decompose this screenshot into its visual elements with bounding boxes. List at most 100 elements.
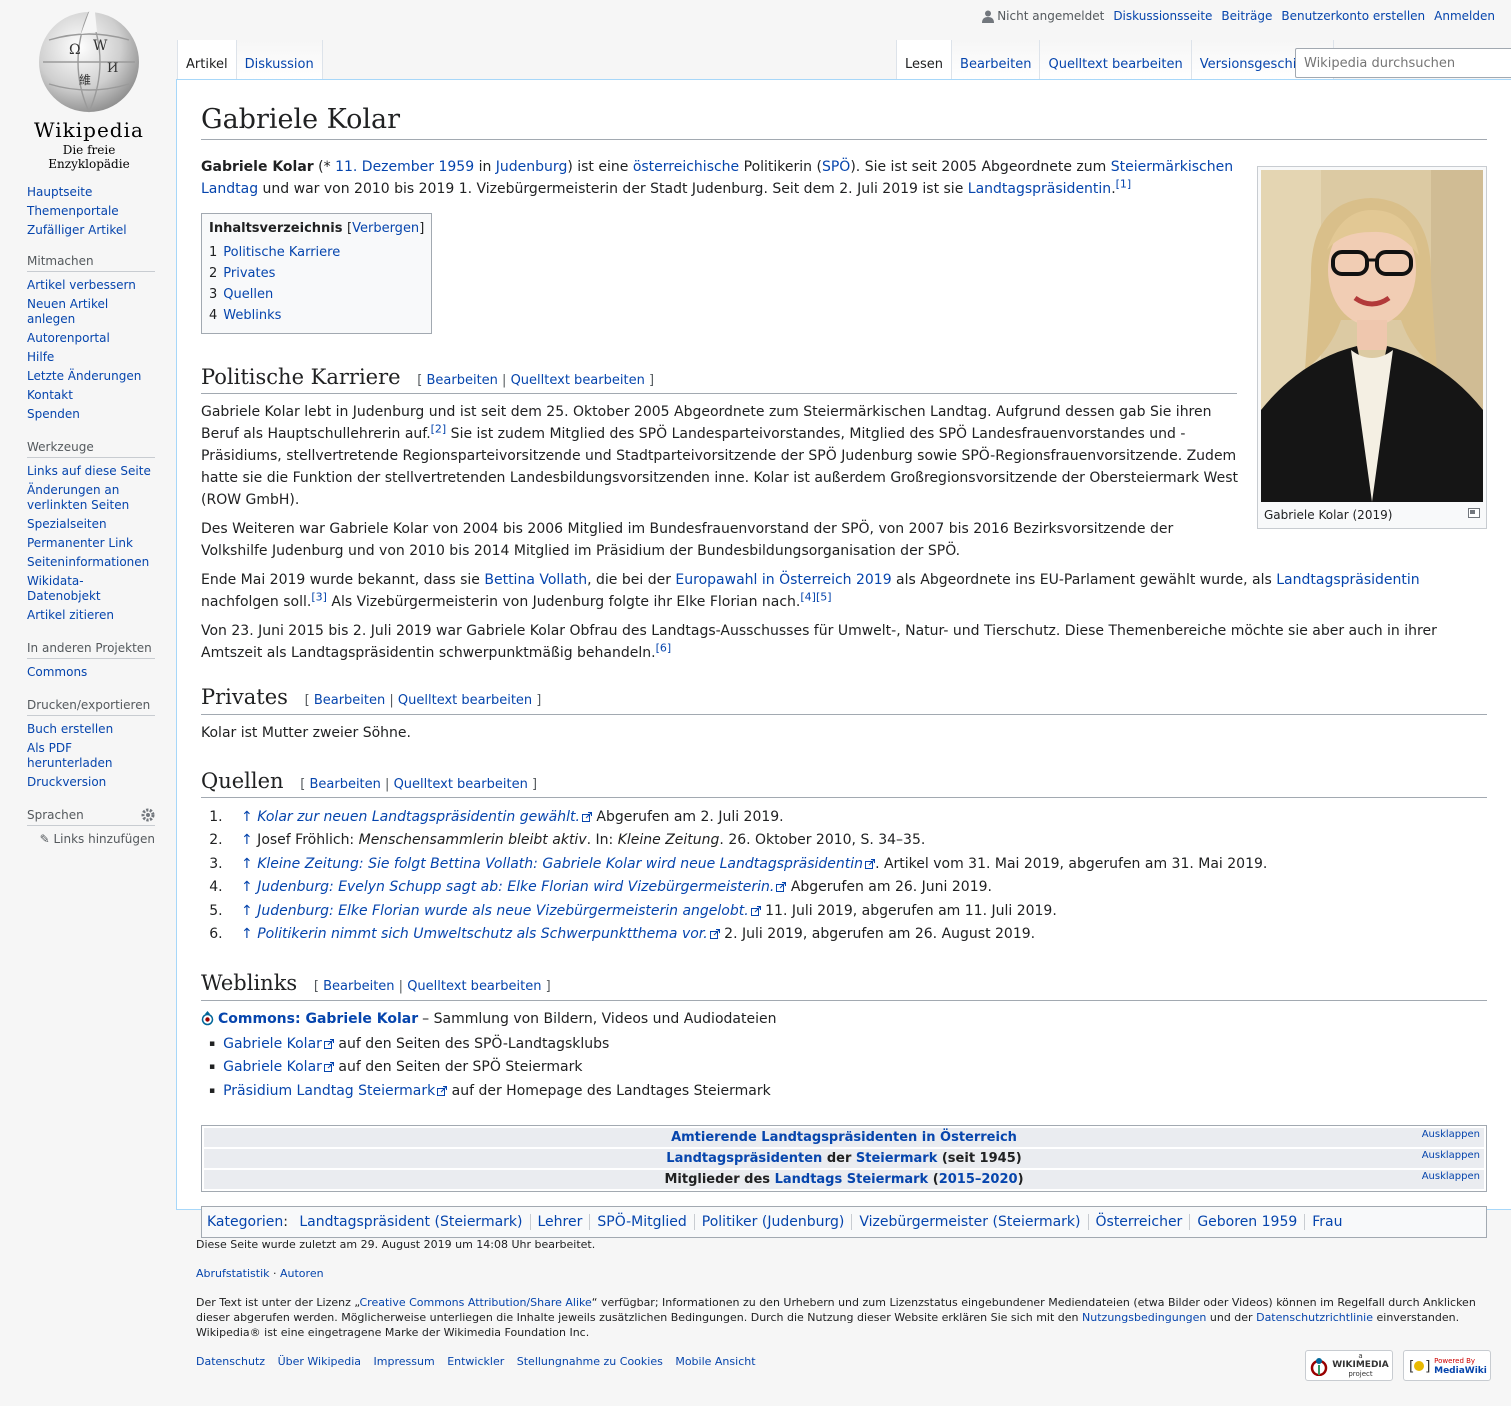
edit-source-link[interactable]: Quelltext bearbeiten (398, 693, 532, 708)
add-links[interactable]: ✎ Links hinzufügen (27, 832, 155, 846)
footer-stats-link[interactable]: Abrufstatistik (196, 1267, 270, 1280)
ref-link-6[interactable]: [6] (656, 642, 672, 655)
commons-link[interactable]: Commons: Gabriele Kolar (218, 1011, 418, 1027)
footer-link-impressum[interactable]: Impressum (374, 1355, 435, 1368)
footer-link-entwickler[interactable]: Entwickler (447, 1355, 504, 1368)
sidebar-item-links-hierher[interactable]: Links auf diese Seite (27, 464, 151, 478)
link-vollath[interactable]: Bettina Vollath (484, 572, 587, 588)
login-link[interactable]: Anmelden (1434, 9, 1495, 23)
weblink[interactable]: Präsidium Landtag Steiermark (223, 1083, 435, 1099)
sidebar-item-spenden[interactable]: Spenden (27, 407, 80, 421)
link-europawahl[interactable]: Europawahl in Österreich 2019 (675, 572, 891, 588)
ref-link-4[interactable]: [4] (800, 591, 816, 604)
footer-link-ueber[interactable]: Über Wikipedia (278, 1355, 361, 1368)
category-link[interactable]: Landtagspräsident (Steiermark) (292, 1214, 529, 1230)
sidebar-item-zitieren[interactable]: Artikel zitieren (27, 608, 114, 622)
privacy-policy-link[interactable]: Datenschutzrichtlinie (1256, 1311, 1373, 1324)
footer-link-mobil[interactable]: Mobile Ansicht (675, 1355, 755, 1368)
edit-source-link[interactable]: Quelltext bearbeiten (407, 979, 541, 994)
categories-label-link[interactable]: Kategorien (207, 1214, 283, 1230)
talk-link[interactable]: Diskussionsseite (1113, 9, 1212, 23)
link-judenburg[interactable]: Judenburg (496, 159, 568, 175)
ref-backlink[interactable]: ↑ (241, 926, 253, 942)
gear-icon[interactable] (141, 808, 155, 822)
ref-backlink[interactable]: ↑ (241, 832, 253, 848)
sidebar-item-pdf[interactable]: Als PDF herunterladen (27, 741, 112, 770)
category-link[interactable]: Geboren 1959 (1189, 1213, 1304, 1230)
weblink[interactable]: Gabriele Kolar (223, 1059, 322, 1075)
footer-link-datenschutz[interactable]: Datenschutz (196, 1355, 265, 1368)
sidebar-item-buch[interactable]: Buch erstellen (27, 722, 113, 736)
toc-item[interactable]: 2 Privates (209, 263, 424, 284)
wikimedia-badge[interactable]: a WIKIMEDIA project (1305, 1350, 1393, 1381)
edit-link[interactable]: Bearbeiten (309, 777, 380, 792)
sidebar-item-letzte-aenderungen[interactable]: Letzte Änderungen (27, 369, 141, 383)
sidebar-item-artikel-verbessern[interactable]: Artikel verbessern (27, 278, 136, 292)
ref-external-link[interactable]: Kleine Zeitung: Sie folgt Bettina Vollat… (257, 856, 863, 872)
ref-external-link[interactable]: Judenburg: Evelyn Schupp sagt ab: Elke F… (257, 879, 774, 895)
ref-link-3[interactable]: [3] (311, 591, 327, 604)
sidebar-item-zufall[interactable]: Zufälliger Artikel (27, 223, 127, 237)
sidebar-item-themenportale[interactable]: Themenportale (27, 204, 119, 218)
toc-toggle[interactable]: Verbergen (352, 221, 419, 236)
navbox-expand-toggle[interactable]: Ausklappen (1422, 1146, 1480, 1165)
toc-item[interactable]: 1 Politische Karriere (209, 242, 424, 263)
sidebar-item-permanenter-link[interactable]: Permanenter Link (27, 536, 133, 550)
toc-item[interactable]: 4 Weblinks (209, 305, 424, 326)
navbox-expand-toggle[interactable]: Ausklappen (1422, 1167, 1480, 1186)
tab-lesen[interactable]: Lesen (896, 40, 952, 80)
create-account-link[interactable]: Benutzerkonto erstellen (1281, 9, 1425, 23)
contributions-link[interactable]: Beiträge (1221, 9, 1272, 23)
sidebar-item-hauptseite[interactable]: Hauptseite (27, 185, 92, 199)
portrait-image[interactable] (1261, 170, 1483, 503)
link-spoe[interactable]: SPÖ (822, 159, 850, 175)
link-landtagspraesidentin-2[interactable]: Landtagspräsidentin (1276, 572, 1419, 588)
link-landtagspraesidentin[interactable]: Landtagspräsidentin (968, 181, 1111, 197)
sidebar-item-kontakt[interactable]: Kontakt (27, 388, 73, 402)
edit-source-link[interactable]: Quelltext bearbeiten (394, 777, 528, 792)
toc-item[interactable]: 3 Quellen (209, 284, 424, 305)
ref-backlink[interactable]: ↑ (241, 809, 253, 825)
sidebar-item-aenderungen-verlinkt[interactable]: Änderungen an verlinkten Seiten (27, 483, 129, 512)
link-birthdate[interactable]: 11. Dezember 1959 (335, 159, 474, 175)
edit-link[interactable]: Bearbeiten (323, 979, 394, 994)
tab-artikel[interactable]: Artikel (177, 40, 236, 80)
tab-quelltext[interactable]: Quelltext bearbeiten (1039, 40, 1191, 80)
category-link[interactable]: SPÖ-Mitglied (589, 1213, 693, 1230)
sidebar-item-druckversion[interactable]: Druckversion (27, 775, 106, 789)
edit-source-link[interactable]: Quelltext bearbeiten (511, 373, 645, 388)
footer-authors-link[interactable]: Autoren (280, 1267, 324, 1280)
terms-link[interactable]: Nutzungsbedingungen (1082, 1311, 1206, 1324)
weblink[interactable]: Gabriele Kolar (223, 1036, 322, 1052)
edit-link[interactable]: Bearbeiten (314, 693, 385, 708)
footer-link-cookies[interactable]: Stellungnahme zu Cookies (517, 1355, 663, 1368)
sidebar-item-spezialseiten[interactable]: Spezialseiten (27, 517, 107, 531)
mediawiki-badge[interactable]: [] Powered By MediaWiki (1403, 1350, 1491, 1381)
ref-backlink[interactable]: ↑ (241, 903, 253, 919)
ref-external-link[interactable]: Kolar zur neuen Landtagspräsidentin gewä… (257, 809, 580, 825)
ref-link-1[interactable]: [1] (1116, 177, 1132, 190)
ref-link-2[interactable]: [2] (431, 423, 447, 436)
category-link[interactable]: Frau (1304, 1213, 1349, 1230)
navbox-expand-toggle[interactable]: Ausklappen (1422, 1125, 1480, 1144)
sidebar-item-neuer-artikel[interactable]: Neuen Artikel anlegen (27, 297, 108, 326)
ref-link-5[interactable]: [5] (816, 591, 832, 604)
tab-diskussion[interactable]: Diskussion (235, 40, 323, 80)
category-link[interactable]: Vizebürgermeister (Steiermark) (851, 1213, 1087, 1230)
ref-backlink[interactable]: ↑ (241, 856, 253, 872)
navbox-title-link[interactable]: Landtagspräsidenten (666, 1151, 822, 1166)
ref-backlink[interactable]: ↑ (241, 879, 253, 895)
license-link[interactable]: Creative Commons Attribution/Share Alike (359, 1296, 591, 1309)
sidebar-item-wikidata[interactable]: Wikidata-Datenobjekt (27, 574, 101, 603)
sidebar-item-autorenportal[interactable]: Autorenportal (27, 331, 110, 345)
ref-external-link[interactable]: Judenburg: Elke Florian wurde als neue V… (257, 903, 749, 919)
navbox-title-link[interactable]: Landtags Steiermark (775, 1172, 929, 1187)
category-link[interactable]: Politiker (Judenburg) (693, 1213, 852, 1230)
category-link[interactable]: Österreicher (1087, 1213, 1190, 1230)
wikipedia-logo[interactable]: Ω W И 維 Wikipedia Die freie Enzyklopädie (24, 10, 154, 171)
category-link[interactable]: Lehrer (529, 1213, 590, 1230)
magnify-icon[interactable] (1468, 508, 1480, 519)
tab-bearbeiten[interactable]: Bearbeiten (951, 40, 1040, 80)
sidebar-item-commons[interactable]: Commons (27, 665, 87, 679)
ref-external-link[interactable]: Politikerin nimmt sich Umweltschutz als … (257, 926, 708, 942)
